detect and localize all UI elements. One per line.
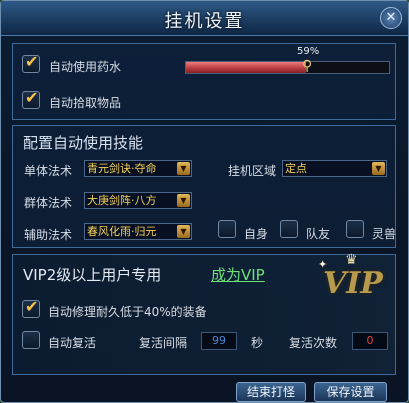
stop-battle-button[interactable]: 结束打怪 [236,382,306,402]
revive-interval-input[interactable]: 99 [201,332,237,350]
threshold-percent: 59% [297,46,320,57]
group-spell-select[interactable]: 大庚剑阵·八方 ▼ [84,192,192,209]
auto-revive-checkbox[interactable] [22,331,40,349]
revive-count-label: 复活次数 [289,336,338,350]
target-team-label: 队友 [306,227,331,241]
auto-repair-label: 自动修理耐久低于40%的装备 [48,305,207,319]
single-spell-value: 青元剑诀·夺命 [87,162,157,175]
group-spell-value: 大庚剑阵·八方 [87,194,157,207]
potion-threshold-slider[interactable]: ⚲ [185,58,390,74]
skill-panel: 配置自动使用技能 单体法术 青元剑诀·夺命 ▼ 挂机区域 定点 ▼ 群体法术 大… [12,125,396,248]
group-spell-label: 群体法术 [24,196,73,210]
revive-interval-label: 复活间隔 [139,336,188,350]
zone-value: 定点 [285,162,307,175]
target-self-label: 自身 [244,227,269,241]
auto-revive-label: 自动复活 [48,336,97,350]
title-bar[interactable]: 挂机设置 ✕ [1,1,408,36]
auto-potion-label: 自动使用药水 [49,60,122,74]
single-spell-select[interactable]: 青元剑诀·夺命 ▼ [84,160,192,177]
dropdown-arrow-icon: ▼ [177,162,190,175]
skill-section-heading: 配置自动使用技能 [23,134,144,152]
target-team-checkbox[interactable] [280,220,298,238]
target-pet-label: 灵兽 [372,227,397,241]
target-pet-checkbox[interactable] [346,220,364,238]
single-spell-label: 单体法术 [24,164,73,178]
check-icon: ✔ [25,297,39,316]
auto-pickup-checkbox[interactable]: ✔ [22,88,40,109]
dropdown-arrow-icon: ▼ [177,194,190,207]
potion-panel: ✔ 自动使用药水 59% ⚲ ✔ 自动拾取物品 [12,43,396,120]
vip-logo: ♛ ✦ VIP [313,252,393,305]
auto-repair-checkbox[interactable]: ✔ [22,297,40,318]
zone-select[interactable]: 定点 ▼ [282,160,387,177]
auto-potion-checkbox[interactable]: ✔ [22,52,40,73]
check-icon: ✔ [25,88,39,107]
save-settings-button[interactable]: 保存设置 [314,382,387,402]
settings-window: 挂机设置 ✕ ✔ 自动使用药水 59% ⚲ ✔ 自动拾取物品 配置自动使用技能 … [0,0,409,403]
vip-heading: VIP2级以上用户专用 [23,266,162,284]
assist-spell-value: 春风化雨·归元 [87,225,157,238]
target-self-checkbox[interactable] [218,220,236,238]
close-icon[interactable]: ✕ [380,7,402,29]
auto-pickup-label: 自动拾取物品 [49,96,122,110]
slider-handle[interactable]: ⚲ [302,57,312,76]
become-vip-link[interactable]: 成为VIP [211,264,265,285]
slider-fill [186,62,306,73]
vip-logo-text: VIP [323,266,383,301]
assist-spell-label: 辅助法术 [24,228,73,242]
dropdown-arrow-icon: ▼ [177,225,190,238]
check-icon: ✔ [25,52,39,71]
revive-count-input[interactable]: 0 [352,332,388,350]
window-title: 挂机设置 [164,11,245,32]
interval-unit: 秒 [251,336,264,350]
assist-spell-select[interactable]: 春风化雨·归元 ▼ [84,223,192,240]
vip-panel: VIP2级以上用户专用 成为VIP ♛ ✦ VIP ✔ 自动修理耐久低于40%的… [12,252,396,375]
zone-label: 挂机区域 [228,164,277,178]
dropdown-arrow-icon: ▼ [372,162,385,175]
